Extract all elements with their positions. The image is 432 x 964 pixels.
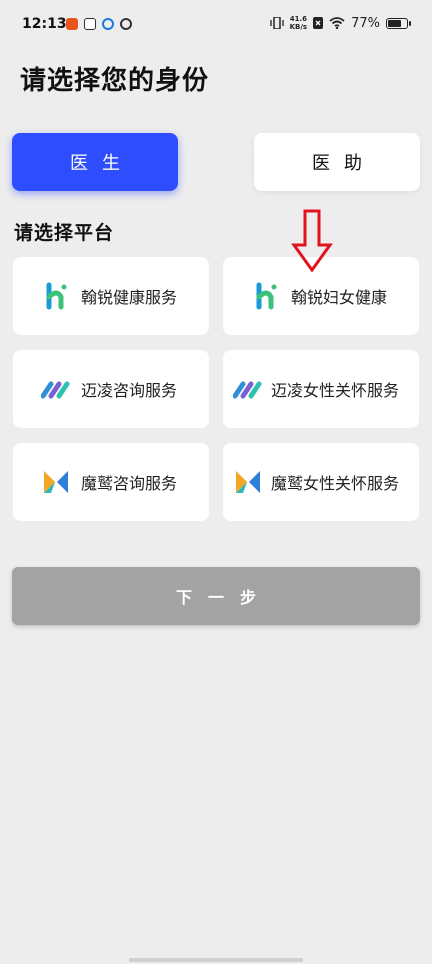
platform-label: 翰锐健康服务 — [81, 288, 178, 307]
role-assistant-button[interactable]: 医助 — [254, 133, 420, 191]
platform-label: 魔鹫女性关怀服务 — [271, 474, 400, 493]
vibrate-icon — [269, 17, 284, 29]
platform-card-mojiu-women-care[interactable]: 魔鹫女性关怀服务 — [223, 443, 419, 521]
mojiu-logo-icon — [236, 471, 260, 493]
page-title: 请选择您的身份 — [20, 66, 210, 96]
home-indicator[interactable] — [129, 958, 303, 962]
hanrui-logo-icon — [46, 282, 67, 310]
notification-link-icon — [120, 18, 132, 30]
wifi-icon — [329, 17, 345, 29]
platform-label: 迈凌咨询服务 — [81, 381, 178, 400]
platform-label: 迈凌女性关怀服务 — [271, 381, 400, 400]
battery-percent: 77% — [351, 15, 380, 31]
hanrui-logo-icon — [256, 282, 277, 310]
status-time: 12:13 — [22, 16, 67, 32]
platform-section-title: 请选择平台 — [14, 222, 115, 244]
notification-app-icon — [66, 18, 78, 30]
platform-label: 翰锐妇女健康 — [291, 288, 388, 307]
platform-label: 魔鹫咨询服务 — [81, 474, 178, 493]
platform-card-mojiu-consult[interactable]: 魔鹫咨询服务 — [13, 443, 209, 521]
notification-calendar-icon — [84, 18, 96, 30]
battery-icon — [386, 17, 411, 29]
mailing-logo-icon — [41, 381, 70, 399]
platform-card-hanrui-health[interactable]: 翰锐健康服务 — [13, 257, 209, 335]
network-speed: 41.6 KB/s — [289, 15, 308, 31]
sim-icon — [313, 17, 324, 29]
notification-browser-icon — [102, 18, 114, 30]
mailing-logo-icon — [233, 381, 262, 399]
next-step-button[interactable]: 下一步 — [12, 567, 420, 625]
mojiu-logo-icon — [44, 471, 68, 493]
down-arrow-icon — [291, 209, 333, 273]
status-bar: 12:13 41.6 KB/s 77% — [0, 0, 432, 52]
role-doctor-button[interactable]: 医生 — [12, 133, 178, 191]
platform-card-mailing-consult[interactable]: 迈凌咨询服务 — [13, 350, 209, 428]
platform-card-mailing-women-care[interactable]: 迈凌女性关怀服务 — [223, 350, 419, 428]
